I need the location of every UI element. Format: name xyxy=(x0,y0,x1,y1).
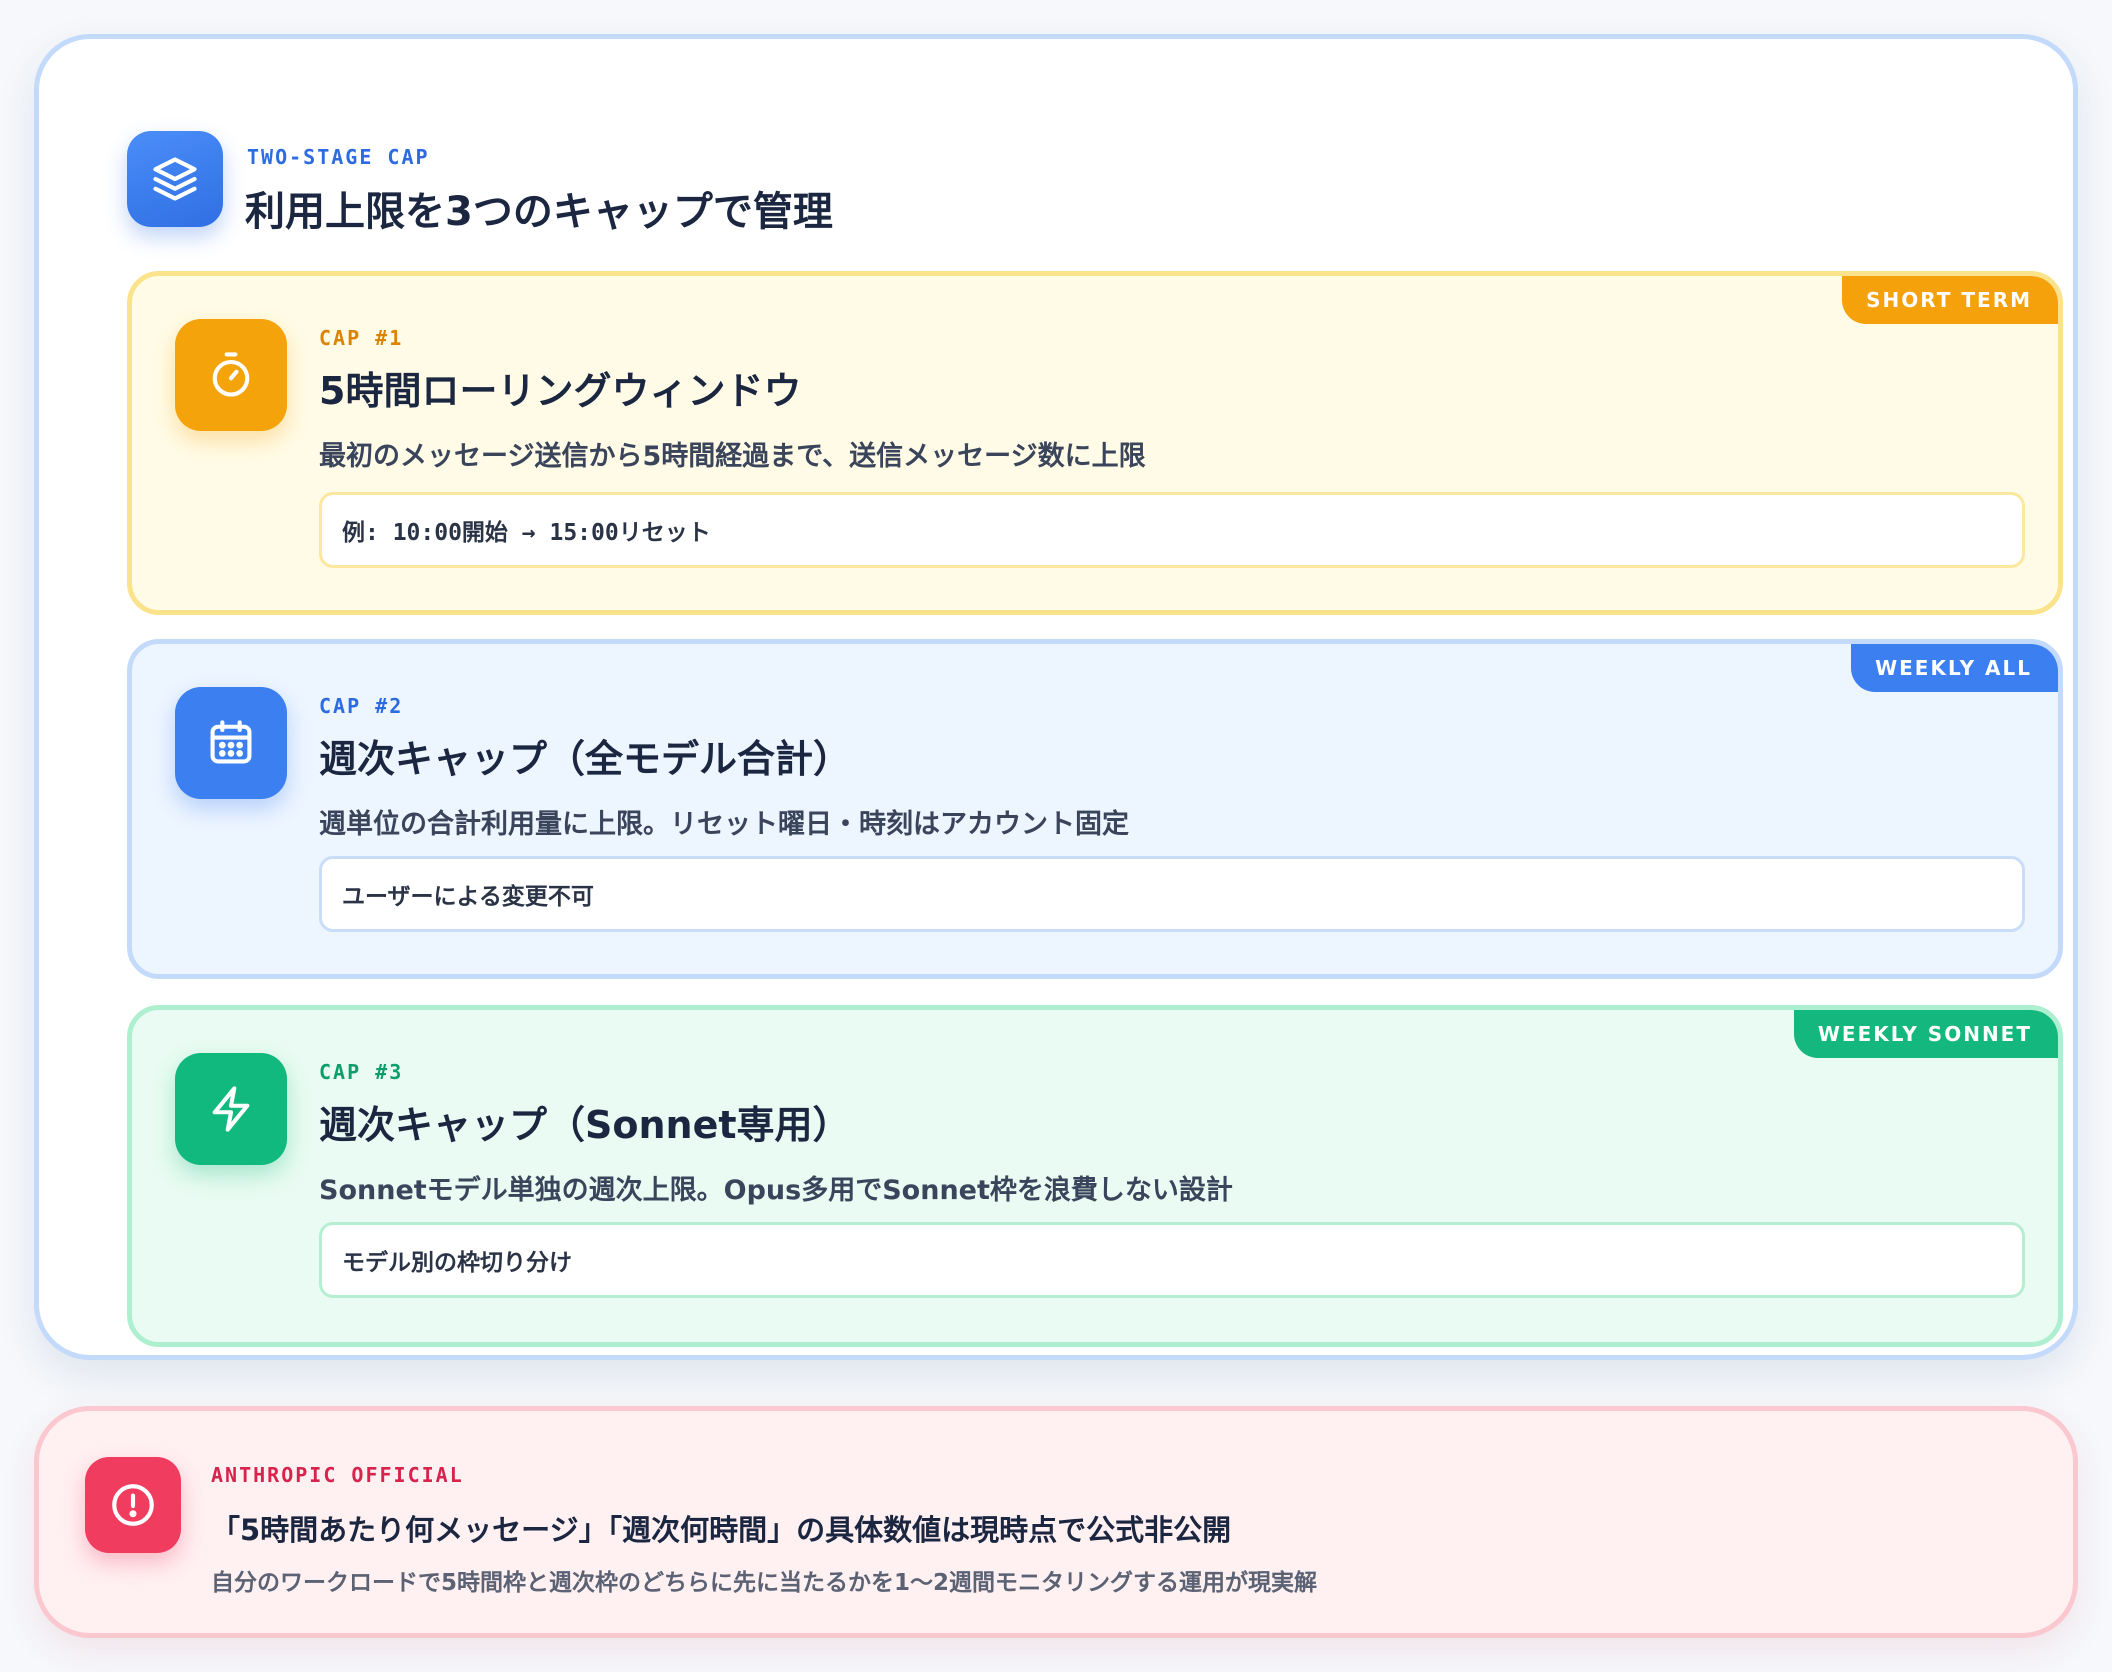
cap-title: 週次キャップ（全モデル合計） xyxy=(319,737,852,781)
notice-eyebrow: ANTHROPIC OFFICIAL xyxy=(211,1463,464,1487)
cap-note-box: ユーザーによる変更不可 xyxy=(319,856,2025,932)
section-eyebrow: TWO-STAGE CAP xyxy=(247,145,430,169)
cap-description: Sonnetモデル単独の週次上限。Opus多用でSonnet枠を浪費しない設計 xyxy=(319,1175,1233,1206)
notice-description: 自分のワークロードで5時間枠と週次枠のどちらに先に当たるかを1〜2週間モニタリン… xyxy=(211,1570,1318,1596)
notice-title: 「5時間あたり何メッセージ」「週次何時間」の具体数値は現時点で公式非公開 xyxy=(211,1513,1232,1547)
cap-note-box: モデル別の枠切り分け xyxy=(319,1222,2025,1298)
cap-card-weekly-sonnet: WEEKLY SONNET CAP #3 週次キャップ（Sonnet専用） So… xyxy=(127,1005,2063,1347)
official-notice-card: ANTHROPIC OFFICIAL 「5時間あたり何メッセージ」「週次何時間」… xyxy=(34,1406,2078,1638)
cap-title: 週次キャップ（Sonnet専用） xyxy=(319,1103,851,1147)
cap-eyebrow: CAP #1 xyxy=(319,326,404,350)
calendar-icon xyxy=(175,687,287,799)
section-title: 利用上限を3つのキャップで管理 xyxy=(245,189,833,235)
cap-eyebrow: CAP #2 xyxy=(319,694,404,718)
cap-card-short-term: SHORT TERM CAP #1 5時間ローリングウィンドウ 最初のメッセージ… xyxy=(127,271,2063,615)
cap-card-weekly-all: WEEKLY ALL CAP #2 週次キャップ（全モデル合計） 週単位の合計利… xyxy=(127,639,2063,979)
exclamation-circle-icon xyxy=(85,1457,181,1553)
cap-tag-badge: WEEKLY ALL xyxy=(1851,644,2058,692)
cap-description: 最初のメッセージ送信から5時間経過まで、送信メッセージ数に上限 xyxy=(319,441,1146,472)
cap-description: 週単位の合計利用量に上限。リセット曜日・時刻はアカウント固定 xyxy=(319,809,1129,840)
cap-eyebrow: CAP #3 xyxy=(319,1060,404,1084)
lightning-bolt-icon xyxy=(175,1053,287,1165)
cap-example-box: 例: 10:00開始 → 15:00リセット xyxy=(319,492,2025,568)
stopwatch-icon xyxy=(175,319,287,431)
cap-tag-badge: SHORT TERM xyxy=(1842,276,2058,324)
cap-tag-badge: WEEKLY SONNET xyxy=(1793,1010,2058,1058)
stacked-layers-icon xyxy=(127,131,223,227)
cap-overview-card: TWO-STAGE CAP 利用上限を3つのキャップで管理 SHORT TERM… xyxy=(34,34,2078,1360)
cap-title: 5時間ローリングウィンドウ xyxy=(319,369,802,413)
